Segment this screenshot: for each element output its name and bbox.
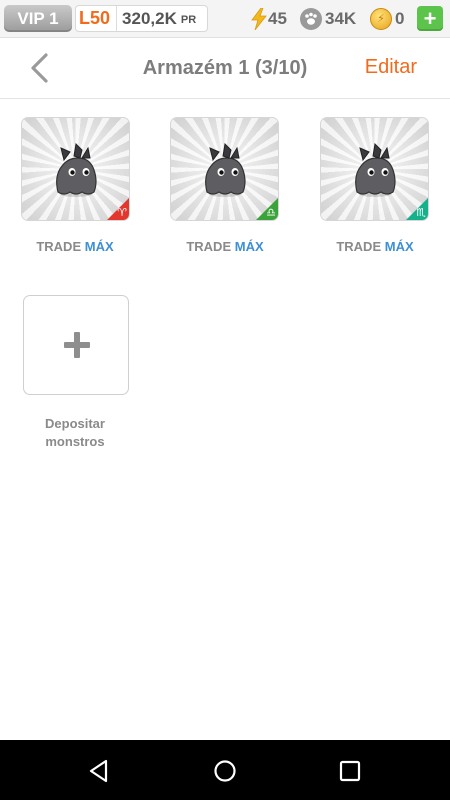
trade-label: TRADE (186, 239, 232, 254)
monster-image (56, 142, 97, 197)
nav-back-icon[interactable] (86, 758, 112, 784)
food-stat[interactable]: 34K (300, 5, 356, 32)
monster-caption: TRADE MÁX (155, 239, 295, 254)
nav-home-icon[interactable] (212, 758, 238, 784)
monster-card[interactable]: ♏ (321, 118, 428, 220)
gold-stat[interactable]: ⚡ 0 (370, 5, 404, 32)
power-unit: PR (180, 14, 197, 26)
gold-value: 0 (395, 8, 405, 28)
monster-card[interactable]: ♎ (171, 118, 278, 220)
plus-icon (64, 332, 90, 358)
max-label: MÁX (84, 239, 114, 254)
vip-badge[interactable]: VIP 1 (4, 5, 72, 32)
monster-image (205, 142, 246, 197)
food-value: 34K (325, 8, 357, 28)
player-level: L50 (76, 6, 118, 31)
max-label: MÁX (384, 239, 414, 254)
energy-stat[interactable]: 45 (250, 5, 287, 32)
deposit-line-2: monstros (45, 434, 105, 449)
gold-coin-icon: ⚡ (370, 7, 392, 30)
page-header: Armazém 1 (3/10) Editar (0, 38, 450, 99)
trade-label: TRADE (336, 239, 382, 254)
power-value: 320,2K (122, 8, 177, 28)
level-power-box[interactable]: L50 320,2K PR (75, 5, 208, 32)
add-currency-button[interactable]: + (417, 6, 443, 31)
max-label: MÁX (234, 239, 264, 254)
energy-value: 45 (268, 8, 287, 28)
deposit-caption: Depositar monstros (13, 415, 137, 451)
deposit-monsters-button[interactable] (23, 295, 129, 395)
edit-button[interactable]: Editar (365, 56, 417, 79)
monster-image (355, 142, 396, 197)
status-bar: VIP 1 L50 320,2K PR 45 34K ⚡ 0 + (0, 0, 450, 38)
deposit-line-1: Depositar (45, 416, 105, 431)
trade-label: TRADE (36, 239, 82, 254)
monster-caption: TRADE MÁX (305, 239, 445, 254)
paw-icon (300, 7, 322, 30)
nav-recents-icon[interactable] (337, 758, 363, 784)
monster-caption: TRADE MÁX (5, 239, 145, 254)
system-nav-bar (0, 740, 450, 800)
back-chevron-icon[interactable] (26, 52, 54, 84)
monster-card[interactable]: ♈ (22, 118, 129, 220)
lightning-icon (251, 7, 267, 30)
